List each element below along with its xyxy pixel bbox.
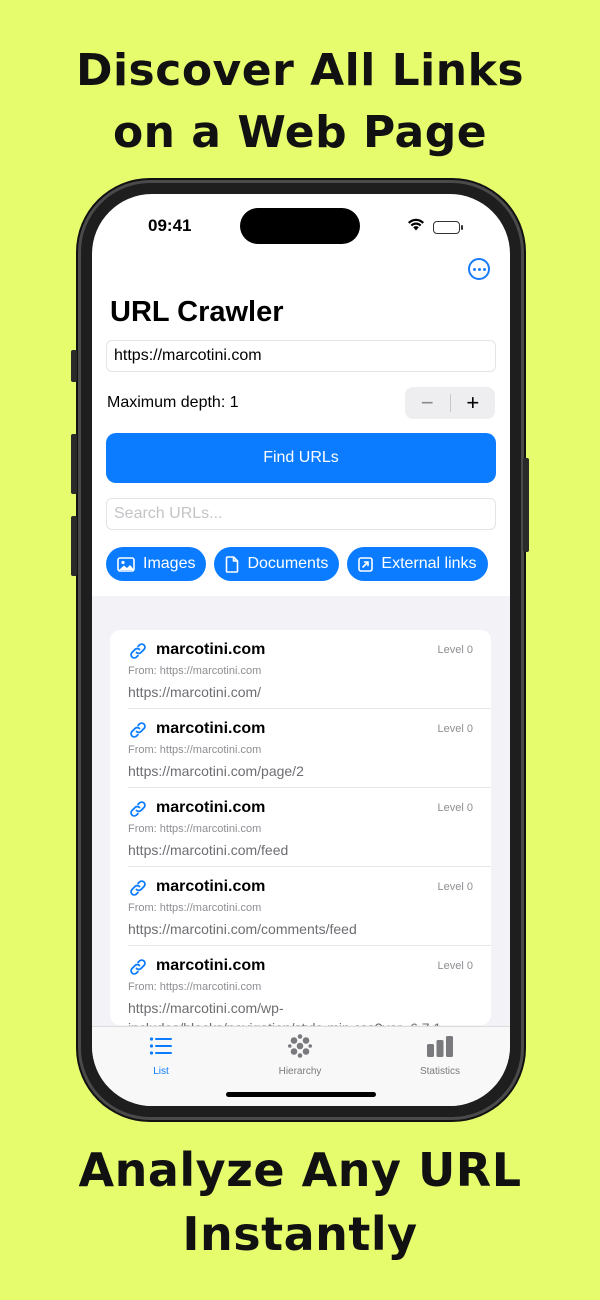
results-list-area: marcotini.com Level 0 From: https://marc… <box>92 596 510 1036</box>
list-item[interactable]: marcotini.com Level 0 From: https://marc… <box>128 867 491 946</box>
result-url: https://marcotini.com/comments/feed <box>128 921 357 937</box>
link-icon <box>128 878 148 903</box>
depth-increment-button[interactable]: + <box>451 387 496 419</box>
list-item[interactable]: marcotini.com Level 0 From: https://marc… <box>128 630 491 709</box>
find-urls-button[interactable]: Find URLs <box>106 433 496 483</box>
result-level: Level 0 <box>437 881 473 893</box>
link-icon <box>128 799 148 824</box>
more-dot <box>482 267 486 271</box>
status-bar: 09:41 <box>92 194 510 250</box>
wifi-icon <box>407 218 425 236</box>
depth-stepper: − + <box>405 387 495 419</box>
result-source: From: https://marcotini.com <box>128 902 262 914</box>
tab-hierarchy-label: Hierarchy <box>278 1066 322 1077</box>
document-icon <box>225 555 239 573</box>
filter-images-label: Images <box>143 555 196 572</box>
top-headline-line-2: on a Web Page <box>112 107 488 158</box>
filter-external-links-label: External links <box>381 555 477 572</box>
phone-action-button <box>71 350 77 382</box>
list-item[interactable]: marcotini.com Level 0 From: https://marc… <box>128 946 491 1036</box>
filter-external-links-button[interactable]: External links <box>347 547 488 581</box>
list-item[interactable]: marcotini.com Level 0 From: https://marc… <box>128 709 491 788</box>
result-level: Level 0 <box>437 802 473 814</box>
result-domain: marcotini.com <box>156 720 266 737</box>
result-domain: marcotini.com <box>156 641 266 658</box>
link-icon <box>128 641 148 666</box>
list-icon <box>101 1033 221 1059</box>
bottom-headline-line-2: Instantly <box>182 1207 418 1261</box>
search-input[interactable] <box>106 498 496 530</box>
result-source: From: https://marcotini.com <box>128 665 262 677</box>
hierarchy-icon <box>240 1033 360 1059</box>
link-icon <box>128 720 148 745</box>
list-item[interactable]: marcotini.com Level 0 From: https://marc… <box>128 788 491 867</box>
battery-icon <box>433 220 463 234</box>
tab-hierarchy[interactable]: Hierarchy <box>240 1033 360 1077</box>
filter-images-button[interactable]: Images <box>106 547 207 581</box>
result-domain: marcotini.com <box>156 957 266 974</box>
result-domain: marcotini.com <box>156 799 266 816</box>
home-indicator <box>226 1092 376 1097</box>
result-source: From: https://marcotini.com <box>128 823 262 835</box>
tab-list[interactable]: List <box>101 1033 221 1077</box>
bottom-headline-line-1: Analyze Any URL <box>78 1143 522 1197</box>
external-link-icon <box>358 556 374 572</box>
filter-documents-button[interactable]: Documents <box>214 547 340 581</box>
results-list: marcotini.com Level 0 From: https://marc… <box>110 630 491 1036</box>
more-options-button[interactable] <box>468 258 490 280</box>
depth-decrement-button[interactable]: − <box>405 387 450 419</box>
phone-screen: 09:41 URL Crawler Maximum depth: 1 − + F… <box>92 194 510 1106</box>
filter-chips: Images Documents External links <box>106 547 488 581</box>
tab-statistics-label: Statistics <box>419 1066 460 1077</box>
bottom-headline: Analyze Any URL Instantly <box>0 1138 600 1266</box>
phone-volume-down-button <box>71 516 77 576</box>
result-source: From: https://marcotini.com <box>128 744 262 756</box>
result-level: Level 0 <box>437 960 473 972</box>
result-level: Level 0 <box>437 723 473 735</box>
phone-power-button <box>523 458 529 552</box>
more-dot <box>477 267 481 271</box>
chart-bar-icon <box>380 1033 500 1059</box>
dynamic-island <box>240 208 360 244</box>
result-url: https://marcotini.com/ <box>128 684 262 700</box>
result-level: Level 0 <box>437 644 473 656</box>
phone-volume-up-button <box>71 434 77 494</box>
result-domain: marcotini.com <box>156 878 266 895</box>
page-title: URL Crawler <box>110 296 284 328</box>
result-url: https://marcotini.com/feed <box>128 842 289 858</box>
result-url: https://marcotini.com/page/2 <box>128 763 304 779</box>
status-icons <box>407 218 463 236</box>
filter-documents-label: Documents <box>247 555 329 572</box>
status-time: 09:41 <box>148 216 192 235</box>
max-depth-label: Maximum depth: 1 <box>107 394 239 411</box>
result-source: From: https://marcotini.com <box>128 981 262 993</box>
tab-statistics[interactable]: Statistics <box>380 1033 500 1077</box>
top-headline-line-1: Discover All Links <box>75 45 525 96</box>
top-headline: Discover All Links on a Web Page <box>0 40 600 164</box>
url-input[interactable] <box>106 340 496 372</box>
tab-list-label: List <box>153 1066 169 1077</box>
link-icon <box>128 957 148 982</box>
more-dot <box>472 267 476 271</box>
photo-icon <box>117 556 135 572</box>
